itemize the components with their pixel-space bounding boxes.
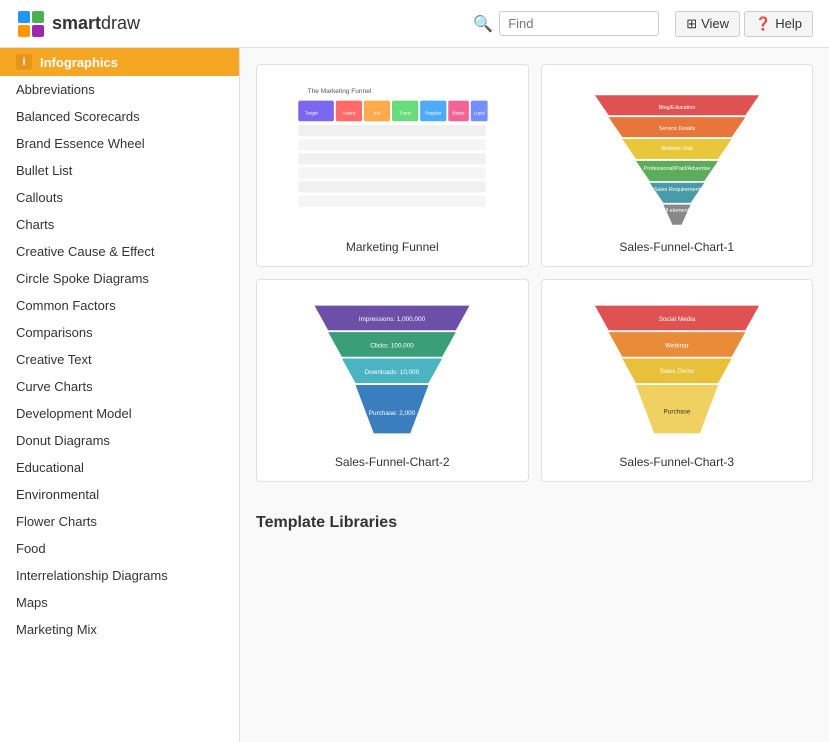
- sidebar-item-creative-text[interactable]: Creative Text: [0, 346, 239, 373]
- sidebar-item-charts[interactable]: Charts: [0, 211, 239, 238]
- svg-text:Blog/Education: Blog/Education: [658, 105, 695, 111]
- sales-funnel-1-visual: Blog/Education Service Details Website V…: [554, 77, 801, 232]
- sidebar-item-abbreviations[interactable]: Abbreviations: [0, 76, 239, 103]
- svg-text:Regular: Regular: [425, 110, 442, 115]
- toolbar-right: ⊞ View ❓ Help: [675, 11, 813, 37]
- svg-text:Service Details: Service Details: [659, 126, 696, 132]
- svg-text:Purchase: 2,000: Purchase: 2,000: [369, 410, 416, 417]
- sidebar-item-creative-cause-effect[interactable]: Creative Cause & Effect: [0, 238, 239, 265]
- sidebar-item-development-model[interactable]: Development Model: [0, 400, 239, 427]
- svg-text:Better: Better: [453, 110, 466, 115]
- svg-text:Impressions: 1,000,000: Impressions: 1,000,000: [359, 316, 426, 323]
- sidebar-item-interrelationship-diagrams[interactable]: Interrelationship Diagrams: [0, 562, 239, 589]
- marketing-funnel-visual: The Marketing Funnel Target Aware Intl T…: [269, 77, 516, 232]
- svg-text:Sales Requirement: Sales Requirement: [653, 187, 700, 193]
- sidebar-item-flower-charts[interactable]: Flower Charts: [0, 508, 239, 535]
- sales-funnel-2-label: Sales-Funnel-Chart-2: [335, 455, 450, 469]
- smartdraw-logo-icon: [16, 9, 46, 39]
- info-icon: i: [16, 54, 32, 70]
- svg-text:Sales Demo: Sales Demo: [659, 368, 694, 375]
- template-card-sales-funnel-2[interactable]: Impressions: 1,000,000 Clicks: 100,000 D…: [256, 279, 529, 482]
- content-area: The Marketing Funnel Target Aware Intl T…: [240, 48, 829, 742]
- svg-text:Intl: Intl: [374, 110, 380, 115]
- sidebar-item-circle-spoke-diagrams[interactable]: Circle Spoke Diagrams: [0, 265, 239, 292]
- svg-text:Social Media: Social Media: [659, 316, 696, 323]
- sidebar-item-comparisons[interactable]: Comparisons: [0, 319, 239, 346]
- sales-funnel-3-label: Sales-Funnel-Chart-3: [619, 455, 734, 469]
- template-card-sales-funnel-1[interactable]: Blog/Education Service Details Website V…: [541, 64, 814, 267]
- template-card-marketing-funnel[interactable]: The Marketing Funnel Target Aware Intl T…: [256, 64, 529, 267]
- search-button[interactable]: 🔍: [473, 14, 493, 34]
- sidebar-item-food[interactable]: Food: [0, 535, 239, 562]
- sidebar-item-common-factors[interactable]: Common Factors: [0, 292, 239, 319]
- svg-text:Clicks: 100,000: Clicks: 100,000: [370, 343, 414, 350]
- sales-funnel-2-svg: Impressions: 1,000,000 Clicks: 100,000 D…: [297, 292, 487, 447]
- svg-text:Aware: Aware: [343, 110, 357, 115]
- logo: smartdraw: [16, 9, 140, 39]
- marketing-funnel-label: Marketing Funnel: [346, 240, 439, 254]
- help-icon: ❓: [755, 16, 771, 32]
- sales-funnel-1-svg: Blog/Education Service Details Website V…: [582, 77, 772, 232]
- sidebar-item-maps[interactable]: Maps: [0, 589, 239, 616]
- sales-funnel-1-label: Sales-Funnel-Chart-1: [619, 240, 734, 254]
- search-input[interactable]: [499, 11, 659, 36]
- sales-funnel-3-visual: Social Media Webinar Sales Demo Purchase: [554, 292, 801, 447]
- sidebar-item-educational[interactable]: Educational: [0, 454, 239, 481]
- svg-text:Purchase: Purchase: [663, 408, 690, 415]
- logo-text: smartdraw: [52, 13, 140, 34]
- sales-funnel-2-visual: Impressions: 1,000,000 Clicks: 100,000 D…: [269, 292, 516, 447]
- sidebar-item-curve-charts[interactable]: Curve Charts: [0, 373, 239, 400]
- sidebar: i Infographics Abbreviations Balanced Sc…: [0, 48, 240, 742]
- sidebar-item-environmental[interactable]: Environmental: [0, 481, 239, 508]
- svg-text:All elements: All elements: [662, 208, 692, 214]
- template-libraries-title: Template Libraries: [256, 506, 813, 532]
- main-layout: i Infographics Abbreviations Balanced Sc…: [0, 48, 829, 742]
- svg-text:Professional/Paid/Advertise: Professional/Paid/Advertise: [643, 166, 710, 172]
- marketing-funnel-svg: The Marketing Funnel Target Aware Intl T…: [287, 80, 497, 230]
- sidebar-item-balanced-scorecards[interactable]: Balanced Scorecards: [0, 103, 239, 130]
- svg-text:Webinar: Webinar: [665, 343, 690, 350]
- search-area: 🔍: [473, 11, 659, 36]
- grid-icon: ⊞: [686, 16, 697, 32]
- sidebar-item-bullet-list[interactable]: Bullet List: [0, 157, 239, 184]
- template-grid: The Marketing Funnel Target Aware Intl T…: [256, 64, 813, 482]
- svg-text:The Marketing Funnel: The Marketing Funnel: [308, 88, 372, 95]
- app-header: smartdraw 🔍 ⊞ View ❓ Help: [0, 0, 829, 48]
- help-button[interactable]: ❓ Help: [744, 11, 813, 37]
- sidebar-item-callouts[interactable]: Callouts: [0, 184, 239, 211]
- sidebar-item-infographics[interactable]: i Infographics: [0, 48, 239, 76]
- svg-text:Downloads: 10,000: Downloads: 10,000: [365, 369, 420, 376]
- sidebar-item-donut-diagrams[interactable]: Donut Diagrams: [0, 427, 239, 454]
- template-libraries-section: Template Libraries: [256, 506, 813, 532]
- svg-text:Loyal: Loyal: [474, 110, 485, 115]
- svg-text:Trans: Trans: [399, 110, 411, 115]
- sidebar-item-marketing-mix[interactable]: Marketing Mix: [0, 616, 239, 643]
- sidebar-item-brand-essence-wheel[interactable]: Brand Essence Wheel: [0, 130, 239, 157]
- sales-funnel-3-svg: Social Media Webinar Sales Demo Purchase: [582, 292, 772, 447]
- svg-text:Target: Target: [305, 110, 319, 115]
- template-card-sales-funnel-3[interactable]: Social Media Webinar Sales Demo Purchase…: [541, 279, 814, 482]
- svg-text:Website Visit: Website Visit: [661, 146, 693, 152]
- view-button[interactable]: ⊞ View: [675, 11, 740, 37]
